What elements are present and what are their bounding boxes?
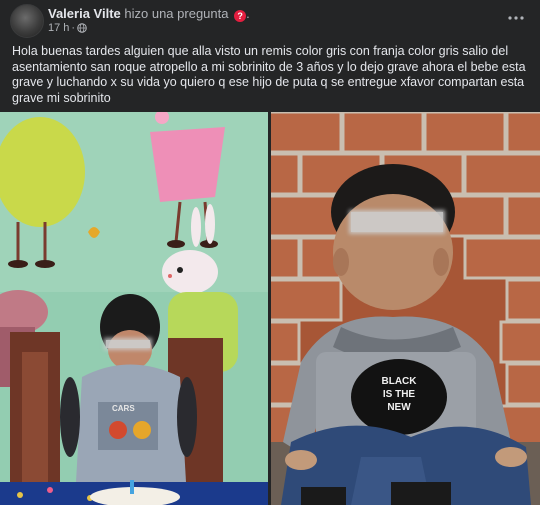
author-name[interactable]: Valeria Vilte [48,6,121,21]
more-horizontal-icon [508,16,524,20]
face-blur [351,212,443,232]
post-header: Valeria Vilte hizo una pregunta ?. 17 h … [0,0,540,40]
face-blur [106,340,150,348]
svg-text:BLACK: BLACK [382,376,418,387]
post-time[interactable]: 17 h [48,22,69,34]
shirt-text: CARS [112,404,135,413]
svg-text:NEW: NEW [387,402,411,413]
globe-icon [77,23,87,33]
photo-child-hoodie[interactable]: BLACK IS THE NEW [271,112,540,505]
post-action-text: hizo una pregunta [124,6,229,21]
facebook-post: Valeria Vilte hizo una pregunta ?. 17 h … [0,0,540,505]
question-icon: ? [234,10,247,22]
photo-child-hoodie-image: BLACK IS THE NEW [271,112,540,505]
svg-text:IS THE: IS THE [383,389,416,400]
meta-separator: · [71,22,76,34]
photo-child-birthday[interactable]: CARS [0,112,268,505]
post-photos: CARS BLACK IS THE NEW [0,112,540,505]
more-options-button[interactable] [506,8,526,28]
post-title-line: Valeria Vilte hizo una pregunta ?. [48,6,250,22]
post-text: Hola buenas tardes alguien que alla vist… [12,44,526,105]
title-dot: . [246,6,250,21]
avatar[interactable] [10,4,44,38]
photo-child-birthday-image [0,112,268,505]
post-meta: 17 h · [48,22,87,34]
